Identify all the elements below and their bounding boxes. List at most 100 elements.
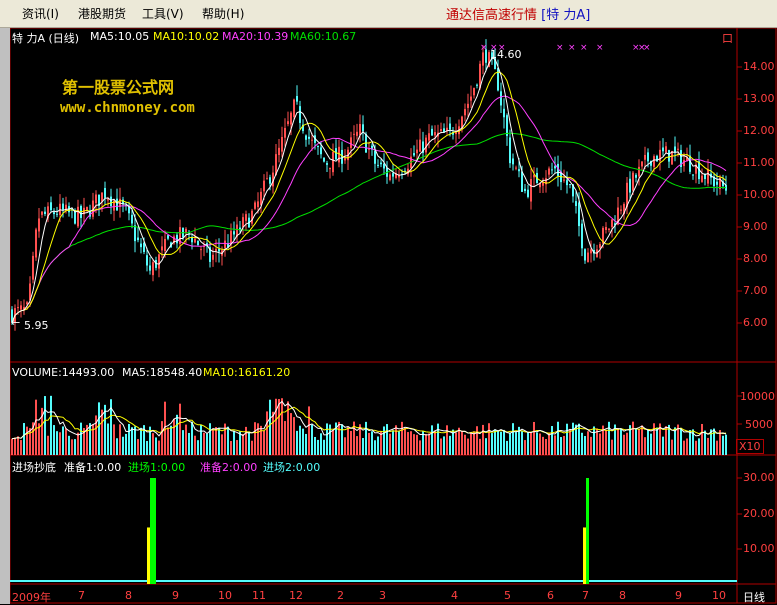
volume-bar [500, 431, 502, 455]
volume-bar [80, 422, 82, 455]
candle-body [653, 156, 655, 167]
candle-body [656, 155, 658, 162]
volume-bar [707, 437, 709, 455]
candle-body [269, 177, 271, 184]
indicator-bar [153, 478, 156, 584]
volume-bar [62, 426, 64, 455]
volume-bar [308, 406, 310, 455]
x-tick: 7 [78, 589, 85, 602]
x-tick: 9 [172, 589, 179, 602]
indicator-entry2: 进场2:0.00 [263, 461, 321, 474]
volume-bar [476, 426, 478, 455]
volume-bar [473, 431, 475, 455]
candle-body [140, 243, 142, 248]
volume-bar [113, 424, 115, 455]
volume-bar [392, 430, 394, 455]
volume-bar [203, 432, 205, 455]
volume-bar [626, 432, 628, 455]
candle-body [455, 132, 457, 135]
volume-bar [122, 436, 124, 455]
candle-body [266, 178, 268, 180]
low-price-label: 5.95 [24, 319, 49, 332]
candle-body [191, 237, 193, 243]
volume-bar [365, 421, 367, 455]
menu-info[interactable]: 资讯(I) [22, 5, 59, 22]
candle-body [251, 210, 253, 224]
volume-bar [455, 432, 457, 455]
app-title: 通达信高速行情 [特 力A] [446, 4, 590, 23]
volume-bar [314, 436, 316, 455]
volume-bar [446, 425, 448, 455]
volume-bar [467, 438, 469, 455]
candle-body [374, 150, 376, 164]
candle-body [62, 203, 64, 210]
x-tick: 4 [451, 589, 458, 602]
candle-body [134, 225, 136, 242]
volume-bar [296, 430, 298, 455]
vol-ma10-value: MA10:16161.20 [203, 366, 291, 379]
volume-bar [461, 431, 463, 455]
menu-tools[interactable]: 工具(V) [142, 5, 184, 22]
volume-bar [374, 440, 376, 455]
volume-bar [245, 426, 247, 455]
ma60-line [11, 132, 727, 323]
volume-bar [11, 438, 13, 455]
volume-bar [479, 438, 481, 455]
volume-bar [485, 438, 487, 455]
candle-body [320, 147, 322, 155]
volume-bar [620, 429, 622, 455]
volume-bar [428, 433, 430, 455]
volume-bar [539, 433, 541, 455]
menu-hk-futures[interactable]: 港股期货 [78, 5, 126, 22]
price-panel-label: 特 力A (日线) [12, 32, 80, 45]
candle-body [317, 146, 319, 148]
candle-body [362, 124, 364, 132]
candle-body [587, 252, 589, 263]
candle-body [86, 206, 88, 210]
panel-corner-icon[interactable]: 口 [722, 30, 733, 46]
volume-bar [401, 421, 403, 455]
volume-bar [242, 434, 244, 455]
candle-body [215, 248, 217, 252]
indicator-bar [586, 478, 589, 584]
volume-bar [425, 434, 427, 455]
period-label[interactable]: 日线 [743, 589, 765, 605]
volume-bar [191, 421, 193, 455]
candle-body [293, 99, 295, 117]
volume-bar [107, 423, 109, 455]
volume-bar [161, 421, 163, 455]
indicator-entry1: 进场1:0.00 [128, 461, 186, 474]
left-scrollbar[interactable] [0, 28, 10, 604]
menu-help[interactable]: 帮助(H) [202, 5, 244, 22]
candle-body [152, 262, 154, 276]
volume-bar [74, 439, 76, 455]
candle-body [605, 226, 607, 230]
candle-body [161, 246, 163, 251]
volume-bar [65, 428, 67, 455]
candle-body [431, 128, 433, 136]
volume-bar [437, 423, 439, 455]
candle-body [629, 178, 631, 193]
candle-body [551, 169, 553, 171]
x-tick: 11 [252, 589, 266, 602]
candle-body [644, 154, 646, 160]
candle-body [392, 173, 394, 177]
candle-body [77, 206, 79, 227]
volume-bar [665, 426, 667, 455]
volume-bar [695, 440, 697, 455]
candle-body [413, 153, 415, 156]
volume-bar [641, 425, 643, 455]
volume-bar [419, 440, 421, 455]
volume-bar [71, 439, 73, 455]
volume-bar [155, 437, 157, 455]
volume-bar [548, 432, 550, 455]
candle-body [500, 91, 502, 106]
volume-bar [137, 439, 139, 455]
volume-bar [44, 396, 46, 455]
volume-bar [722, 435, 724, 455]
volume-bar [356, 436, 358, 455]
volume-bar [497, 430, 499, 455]
volume-bar [116, 438, 118, 455]
candle-body [389, 174, 391, 181]
candle-body [647, 152, 649, 162]
